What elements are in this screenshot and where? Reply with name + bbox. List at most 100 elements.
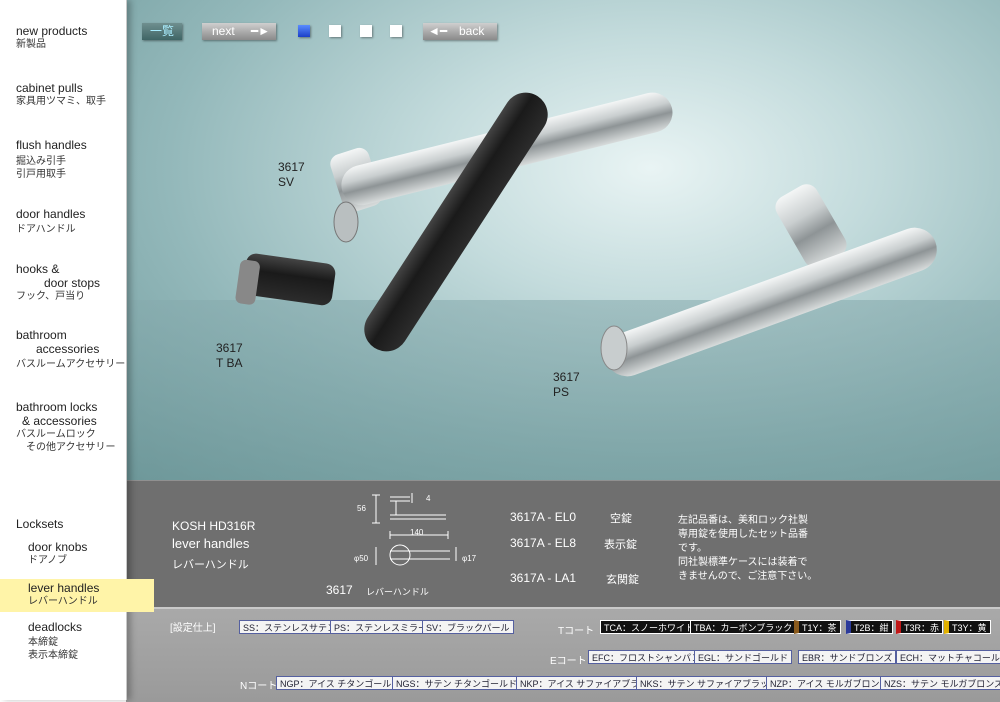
spec-label: [設定仕上]: [170, 623, 216, 634]
nav-sublabel: 本締錠: [28, 637, 58, 648]
back-button[interactable]: ◄━ back: [423, 23, 497, 40]
page-4-square[interactable]: [390, 25, 402, 37]
nav-sublabel: バスルームロック: [16, 429, 96, 440]
nav-lever-handles[interactable]: lever handles レバーハンドル: [0, 579, 154, 612]
set-code: 3617A - EL0: [510, 510, 577, 524]
n-coat-label: Nコート: [240, 681, 278, 692]
set-code: 3617A - EL8: [510, 536, 577, 550]
nav-flush-handles[interactable]: flush handles 掘込み引手 引戸用取手: [0, 138, 142, 184]
product-title: lever handles: [172, 536, 250, 551]
next-label: next: [212, 24, 235, 38]
label-number: 3617: [216, 341, 243, 355]
handle-ps: [600, 184, 937, 377]
arrow-left-icon: ◄━: [428, 24, 448, 38]
set-code: 3617A - LA1: [510, 571, 577, 585]
product-info: KOSH HD316R lever handles レバーハンドル 56 4 1…: [126, 480, 1000, 608]
back-label: back: [459, 24, 485, 38]
nav-sublabel: ドアノブ: [28, 555, 68, 566]
nav-label: Locksets: [16, 517, 64, 531]
label-sv: 3617 SV: [278, 160, 305, 190]
label-tba: 3617 T BA: [216, 341, 243, 371]
dimension-drawing: [372, 493, 457, 566]
nav-label: bathroom: [16, 328, 67, 342]
nav-sublabel: 新製品: [16, 39, 46, 50]
page-1-square[interactable]: [298, 25, 310, 37]
nav-label: door knobs: [28, 540, 88, 554]
nav-sublabel: 引戸用取手: [16, 169, 66, 180]
e-coat-label: Eコート: [550, 656, 587, 667]
finish-chip: EBR：サンドブロンズ: [798, 650, 897, 664]
finish-chip: NZP：アイス モルガブロンズ: [766, 676, 893, 690]
nav-deadlocks[interactable]: deadlocks 本締錠 表示本締錠: [0, 620, 154, 666]
nav-label: door handles: [16, 207, 86, 221]
dim-rose: φ50: [354, 554, 369, 563]
nav-sublabel: 掘込み引手: [16, 156, 66, 167]
nav-label: & accessories: [22, 414, 97, 428]
label-number: 3617: [278, 160, 305, 174]
note-line: きませんので、ご注意下さい。: [678, 571, 818, 582]
finish-chip: EGL：サンドゴールド: [694, 650, 793, 664]
next-button[interactable]: next ━►: [202, 23, 276, 40]
nav-door-knobs[interactable]: door knobs ドアノブ: [0, 540, 154, 570]
nav-label: accessories: [36, 342, 100, 356]
dim-thickness: 4: [426, 494, 431, 503]
label-code: SV: [278, 175, 295, 189]
label-ps: 3617 PS: [553, 370, 580, 400]
nav-locksets[interactable]: Locksets: [0, 517, 142, 533]
dim-height: 56: [357, 504, 366, 513]
dim-bar: φ17: [462, 554, 477, 563]
nav-cabinet-pulls[interactable]: cabinet pulls 家具用ツマミ、取手: [0, 81, 142, 115]
note-line: です。: [678, 543, 707, 554]
finish-chip: T3R：赤: [896, 620, 944, 634]
arrow-right-icon: ━►: [250, 24, 270, 38]
model-jp: レバーハンドル: [366, 587, 429, 597]
finish-chip: T1Y：茶: [794, 620, 841, 634]
nav-sublabel: バスルームアクセサリー: [16, 359, 126, 370]
finish-chip: T3Y：黄: [944, 620, 991, 634]
label-code: T BA: [216, 356, 243, 370]
nav-bathroom-locks[interactable]: bathroom locks & accessories バスルームロック その…: [0, 400, 142, 462]
finish-chip: TCA：スノーホワイト: [600, 620, 699, 634]
finish-chip: T2B：紺: [846, 620, 893, 634]
nav-sublabel: その他アクセサリー: [26, 442, 116, 453]
label-code: PS: [553, 385, 570, 399]
note-line: 専用錠を使用したセット品番: [678, 529, 808, 540]
product-title-jp: レバーハンドル: [172, 559, 249, 571]
finish-chip: TBA：カーボンブラック: [690, 620, 797, 634]
nav-label: deadlocks: [28, 620, 83, 634]
product-photo: 一覧 next ━► ◄━ back 3617 SV 3617 T BA 361…: [126, 0, 1000, 480]
nav-door-handles[interactable]: door handles ドアハンドル: [0, 207, 142, 241]
finish-chip: SV：ブラックパール: [422, 620, 514, 634]
dim-length: 140: [410, 528, 424, 537]
nav-sublabel: 家具用ツマミ、取手: [16, 96, 106, 107]
finish-chip: NGP：アイス チタンゴールド: [276, 676, 405, 690]
finish-chip: NGS：サテン チタンゴールド: [392, 676, 522, 690]
finish-chip: SS：ステンレスサテン: [239, 620, 341, 634]
nav-sublabel: 表示本締錠: [28, 650, 78, 661]
set-name: 空錠: [610, 513, 632, 525]
handle-tba: [235, 92, 548, 352]
note-line: 左記品番は、美和ロック社製: [678, 515, 808, 526]
page-2-square[interactable]: [329, 25, 341, 37]
nav-hooks-door-stops[interactable]: hooks & door stops フック、戸当り: [0, 262, 142, 308]
nav-label: cabinet pulls: [16, 81, 83, 95]
t-coat-label: Tコート: [558, 626, 595, 637]
finish-options: [設定仕上] SS：ステンレスサテン PS：ステンレスミラー SV：ブラックパー…: [126, 607, 1000, 702]
note-line: 同社製標準ケースには装着で: [678, 557, 808, 568]
finish-chip: PS：ステンレスミラー: [330, 620, 432, 634]
nav-label: lever handles: [28, 581, 100, 595]
nav-new-products[interactable]: new products 新製品: [0, 24, 142, 58]
nav-bathroom-accessories[interactable]: bathroom accessories バスルームアクセサリー: [0, 328, 142, 374]
finish-chip: EFC：フロストシャンパン: [588, 650, 705, 664]
set-name: 玄関錠: [606, 574, 639, 586]
nav-label: door stops: [44, 276, 101, 290]
sidebar: new products 新製品 cabinet pulls 家具用ツマミ、取手…: [0, 0, 154, 700]
list-button[interactable]: 一覧: [142, 23, 182, 40]
lever-handles-illustration: [235, 92, 937, 377]
nav-label: flush handles: [16, 138, 87, 152]
series-name: KOSH HD316R: [172, 519, 256, 533]
page-3-square[interactable]: [360, 25, 372, 37]
nav-sublabel: フック、戸当り: [16, 291, 86, 302]
finish-chip: NKS：サテン サファイアブラック: [636, 676, 783, 690]
nav-sublabel: レバーハンドル: [28, 596, 98, 607]
